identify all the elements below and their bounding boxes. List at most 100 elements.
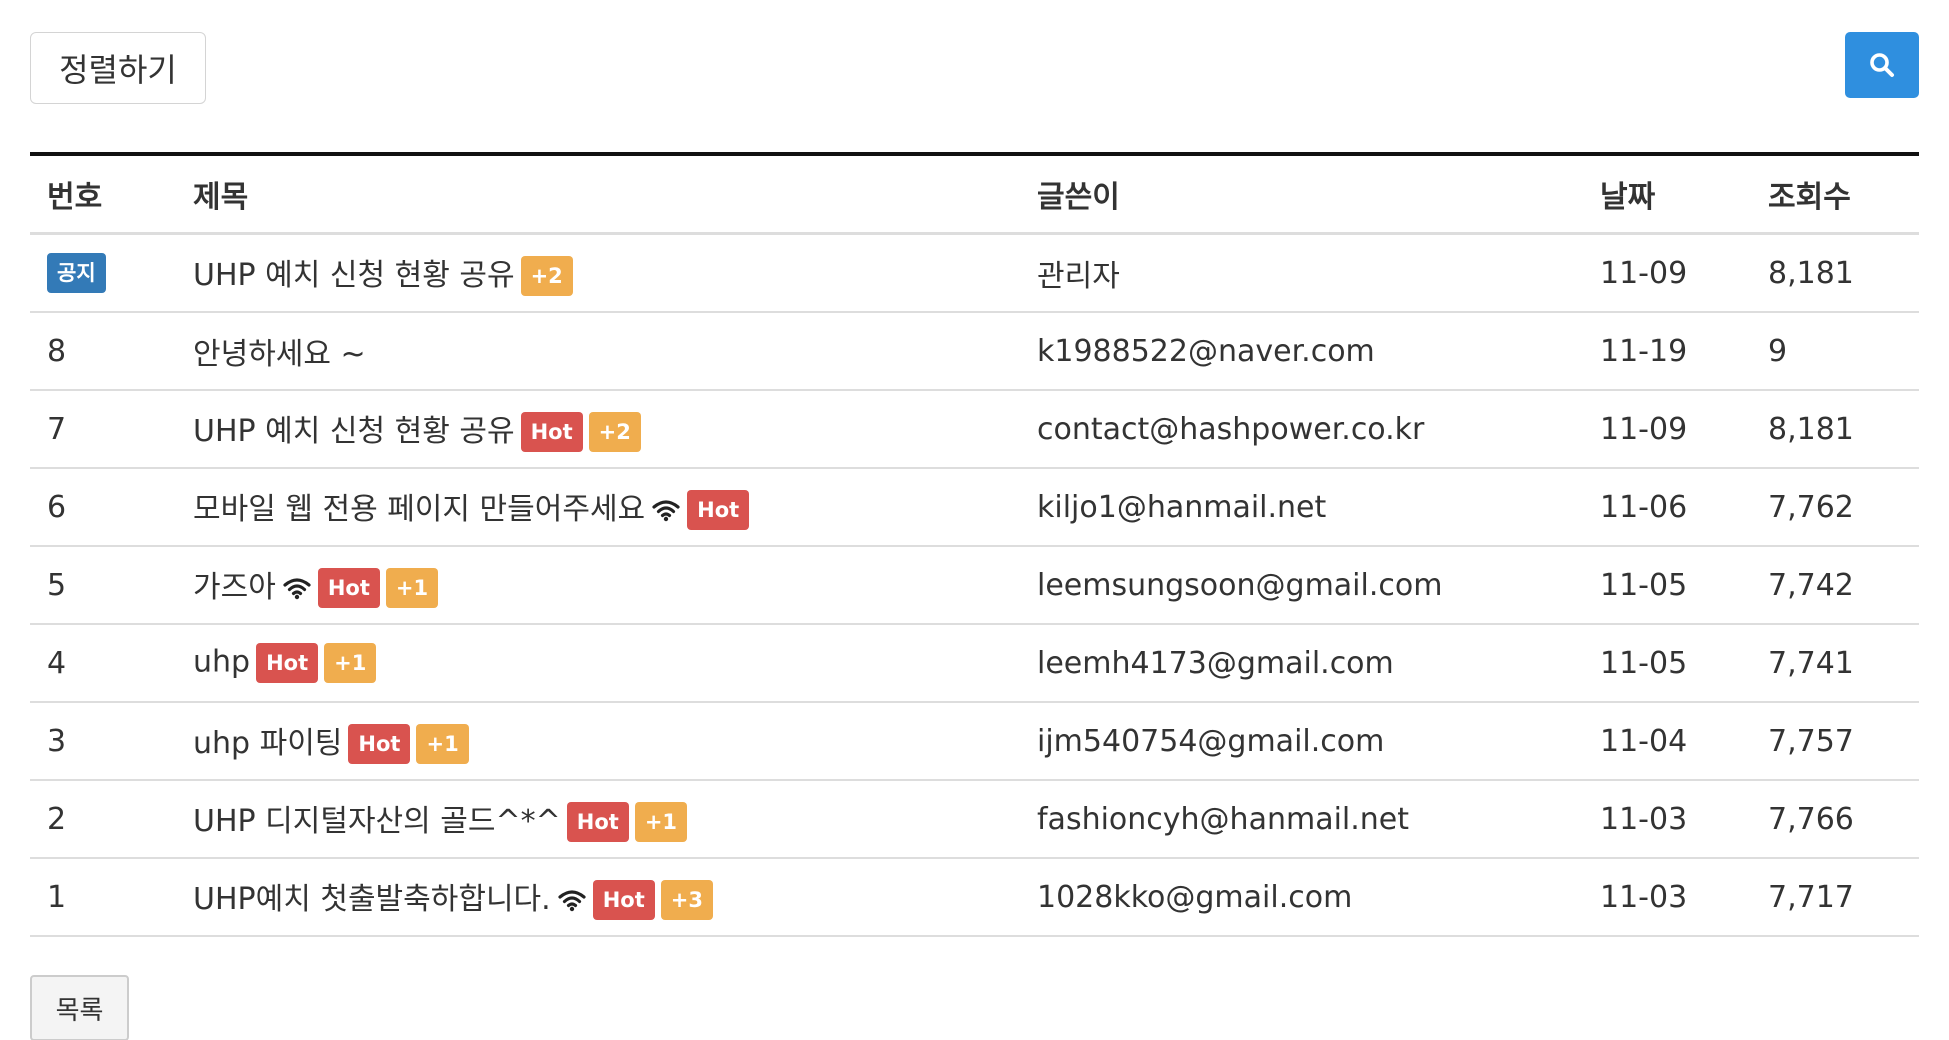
post-number-cell: 2 (30, 780, 176, 859)
post-title-link[interactable]: UHP 디지털자산의 골드^*^ (193, 804, 561, 839)
post-date: 11-03 (1583, 858, 1751, 937)
post-title-cell: UHP 예치 신청 현황 공유 +2 (176, 233, 1020, 313)
wifi-icon (652, 500, 680, 522)
post-author: 1028kko@gmail.com (1020, 858, 1583, 937)
post-author: k1988522@naver.com (1020, 312, 1583, 391)
post-number: 5 (47, 567, 67, 603)
post-views: 8,181 (1751, 390, 1919, 469)
post-number: 3 (47, 723, 67, 759)
post-date: 11-06 (1583, 468, 1751, 547)
table-row[interactable]: 공지 UHP 예치 신청 현황 공유 +2 관리자 11-09 8,181 (30, 233, 1919, 313)
table-row[interactable]: 6 모바일 웹 전용 페이지 만들어주세요 Hot kiljo1@hanmail.ne… (30, 468, 1919, 547)
post-date: 11-09 (1583, 390, 1751, 469)
post-number-cell: 5 (30, 546, 176, 625)
table-row[interactable]: 5 가즈아 Hot +1 leemsungsoon@gmail.com 11-05 7,74… (30, 546, 1919, 625)
post-title-link[interactable]: uhp (193, 645, 250, 680)
post-views: 7,762 (1751, 468, 1919, 547)
post-views: 7,717 (1751, 858, 1919, 937)
post-author: leemh4173@gmail.com (1020, 624, 1583, 703)
post-title-link[interactable]: UHP 예치 신청 현황 공유 (193, 414, 515, 449)
post-author: kiljo1@hanmail.net (1020, 468, 1583, 547)
post-title-cell: 안녕하세요 ~ (176, 312, 1020, 391)
header-date: 날짜 (1600, 180, 1656, 215)
post-number: 1 (47, 879, 67, 915)
post-author: fashioncyh@hanmail.net (1020, 780, 1583, 859)
board-page: 정렬하기 번호 제목 글쓴이 날짜 조회수 공지 UHP 예치 신청 현황 공유 +… (0, 0, 1949, 1040)
comment-count-badge: +1 (634, 802, 688, 843)
post-number: 6 (47, 489, 67, 525)
table-header-row: 번호 제목 글쓴이 날짜 조회수 (30, 154, 1919, 234)
post-number-cell: 7 (30, 390, 176, 469)
post-views: 7,757 (1751, 702, 1919, 781)
hot-badge: Hot (348, 724, 411, 765)
post-title-cell: 모바일 웹 전용 페이지 만들어주세요 Hot (176, 468, 1020, 547)
post-date: 11-09 (1583, 233, 1751, 313)
wifi-icon (558, 890, 586, 912)
post-date: 11-04 (1583, 702, 1751, 781)
table-row[interactable]: 7 UHP 예치 신청 현황 공유 Hot +2 contact@hashpower.c… (30, 390, 1919, 469)
post-title-cell: UHP 디지털자산의 골드^*^ Hot +1 (176, 780, 1020, 859)
post-number-cell: 1 (30, 858, 176, 937)
table-row[interactable]: 2 UHP 디지털자산의 골드^*^ Hot +1 fashioncyh@hanmail… (30, 780, 1919, 859)
comment-count-badge: +3 (660, 880, 713, 921)
list-button[interactable]: 목록 (30, 975, 129, 1040)
post-views: 8,181 (1751, 233, 1919, 313)
hot-badge: Hot (520, 412, 583, 453)
notice-badge: 공지 (47, 253, 106, 293)
comment-count-badge: +1 (324, 643, 377, 683)
post-number: 2 (47, 801, 67, 837)
post-title-cell: UHP예치 첫출발축하합니다. Hot +3 (176, 858, 1020, 937)
hot-badge: Hot (317, 568, 380, 609)
header-no: 번호 (47, 180, 103, 215)
post-number-cell: 6 (30, 468, 176, 547)
post-date: 11-05 (1583, 624, 1751, 703)
search-button[interactable] (1845, 32, 1919, 98)
post-number: 7 (47, 411, 67, 447)
header-author: 글쓴이 (1037, 180, 1120, 215)
search-icon (1870, 53, 1894, 77)
table-row[interactable]: 4 uhp Hot +1 leemh4173@gmail.com 11-05 7,741 (30, 624, 1919, 703)
post-views: 9 (1751, 312, 1919, 391)
post-views: 7,742 (1751, 546, 1919, 625)
toolbar: 정렬하기 (30, 32, 1919, 104)
post-views: 7,741 (1751, 624, 1919, 703)
post-number-cell: 8 (30, 312, 176, 391)
post-author: contact@hashpower.co.kr (1020, 390, 1583, 469)
hot-badge: Hot (256, 643, 319, 683)
header-title: 제목 (193, 180, 249, 215)
post-date: 11-03 (1583, 780, 1751, 859)
post-title-cell: 가즈아 Hot +1 (176, 546, 1020, 625)
post-views: 7,766 (1751, 780, 1919, 859)
post-number-cell: 공지 (30, 233, 176, 313)
comment-count-badge: +1 (385, 568, 439, 609)
table-row[interactable]: 3 uhp 파이팅 Hot +1 ijm540754@gmail.com 11-04 7,7… (30, 702, 1919, 781)
hot-badge: Hot (687, 490, 750, 531)
hot-badge: Hot (566, 802, 629, 843)
post-title-link[interactable]: 모바일 웹 전용 페이지 만들어주세요 (193, 492, 645, 527)
table-row[interactable]: 1 UHP예치 첫출발축하합니다. Hot +3 1028kko@gmail.com 11… (30, 858, 1919, 937)
post-author: leemsungsoon@gmail.com (1020, 546, 1583, 625)
hot-badge: Hot (592, 880, 655, 921)
post-date: 11-05 (1583, 546, 1751, 625)
post-title-cell: UHP 예치 신청 현황 공유 Hot +2 (176, 390, 1020, 469)
comment-count-badge: +1 (416, 724, 469, 765)
table-body: 공지 UHP 예치 신청 현황 공유 +2 관리자 11-09 8,181 8 안녕하세요 ~… (30, 233, 1919, 937)
post-number: 4 (47, 645, 67, 681)
post-table: 번호 제목 글쓴이 날짜 조회수 공지 UHP 예치 신청 현황 공유 +2 관리자 1… (30, 152, 1919, 937)
post-title-link[interactable]: UHP 예치 신청 현황 공유 (193, 258, 515, 293)
post-number-cell: 4 (30, 624, 176, 703)
post-title-link[interactable]: 가즈아 (193, 570, 276, 605)
post-number: 8 (47, 333, 67, 369)
post-author: 관리자 (1020, 233, 1583, 313)
wifi-icon (283, 578, 311, 600)
header-views: 조회수 (1768, 180, 1851, 215)
post-title-link[interactable]: 안녕하세요 ~ (193, 337, 366, 372)
comment-count-badge: +2 (520, 256, 573, 297)
table-row[interactable]: 8 안녕하세요 ~ k1988522@naver.com 11-19 9 (30, 312, 1919, 391)
comment-count-badge: +2 (588, 412, 641, 453)
post-author: ijm540754@gmail.com (1020, 702, 1583, 781)
post-title-link[interactable]: uhp 파이팅 (193, 726, 342, 761)
sort-button[interactable]: 정렬하기 (30, 32, 206, 104)
post-title-cell: uhp Hot +1 (176, 624, 1020, 703)
post-title-link[interactable]: UHP예치 첫출발축하합니다. (193, 882, 551, 917)
